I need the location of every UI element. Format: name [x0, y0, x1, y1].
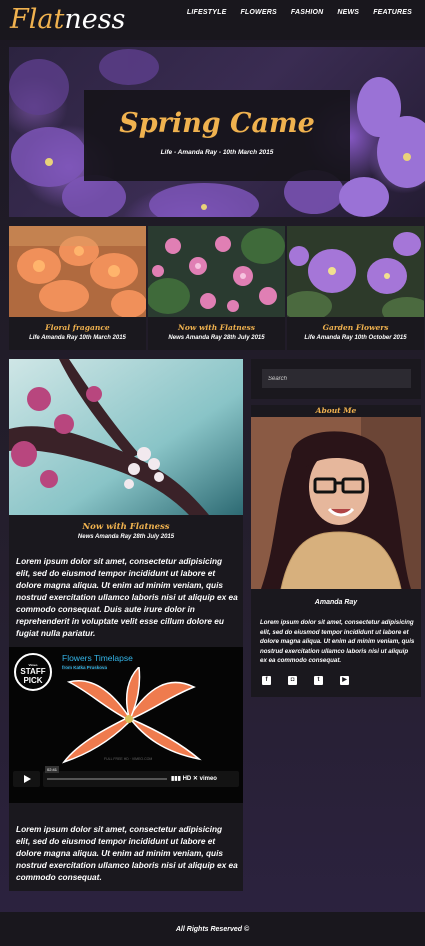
facebook-icon[interactable]: f — [262, 676, 271, 685]
main-nav: LIFESTYLE FLOWERS FASHION NEWS FEATURES — [187, 9, 412, 16]
video-flower-image — [61, 667, 202, 764]
play-button[interactable] — [13, 771, 40, 787]
video-time: 02:41 — [45, 766, 60, 773]
about-title: About Me — [315, 406, 357, 415]
card-image — [287, 226, 424, 317]
hero-caption: Spring Came Life - Amanda Ray - 10th Mar… — [84, 90, 350, 181]
vimeo-logo[interactable]: vimeo — [200, 776, 217, 782]
hero-banner[interactable]: Spring Came Life - Amanda Ray - 10th Mar… — [9, 47, 425, 217]
card-meta: Life Amanda Ray 10th March 2015 — [29, 335, 126, 341]
about-bio: Lorem ipsum dolor sit amet, consectetur … — [260, 619, 415, 664]
fullscreen-icon[interactable]: ✕ — [193, 776, 198, 782]
card-title[interactable]: Garden Flowers — [287, 323, 424, 332]
avatar — [251, 417, 421, 589]
post-body-text-2: Lorem ipsum dolor sit amet, consectetur … — [16, 824, 238, 882]
video-watermark: FULL FREE HD · VIMEO.COM — [104, 757, 153, 761]
nav-features[interactable]: FEATURES — [373, 9, 412, 16]
post-body-text: Lorem ipsum dolor sit amet, consectetur … — [16, 556, 238, 638]
post-title[interactable]: Now with Flatness — [9, 522, 243, 532]
nav-lifestyle[interactable]: LIFESTYLE — [187, 9, 227, 16]
video-progress-bar[interactable] — [47, 778, 167, 780]
card-title[interactable]: Floral fragance — [9, 323, 146, 332]
post-image[interactable] — [9, 359, 243, 515]
search-widget — [251, 359, 421, 399]
main-post: Now with Flatness News Amanda Ray 28th J… — [9, 359, 243, 891]
volume-icon[interactable]: ▮▮▮ — [171, 776, 181, 782]
card-meta: Life Amanda Ray 10th October 2015 — [304, 335, 407, 341]
nav-news[interactable]: NEWS — [337, 9, 359, 16]
youtube-icon[interactable]: ▶ — [340, 676, 349, 685]
instagram-icon[interactable]: ◘ — [288, 676, 297, 685]
card-image — [9, 226, 146, 317]
video-control-icons: ▮▮▮ HD ✕ vimeo — [171, 775, 217, 782]
video-controls: 02:41 ▮▮▮ HD ✕ vimeo — [13, 766, 239, 787]
card-now-with-flatness[interactable]: Now with Flatness News Amanda Ray 28th J… — [148, 226, 285, 350]
nav-fashion[interactable]: FASHION — [291, 9, 324, 16]
staff-pick-badge: Vimeo STAFF PICK — [14, 653, 52, 691]
card-floral-fragance[interactable]: Floral fragance Life Amanda Ray 10th Mar… — [9, 226, 146, 350]
card-image — [148, 226, 285, 317]
video-player[interactable]: Vimeo STAFF PICK Flowers Timelapse from … — [9, 647, 243, 803]
social-links: f ◘ t ▶ — [262, 676, 349, 685]
about-widget: About Me Amanda Ray Lorem ipsum dolor si… — [251, 405, 421, 697]
hd-icon[interactable]: HD — [183, 776, 192, 782]
logo-rest: ness — [64, 4, 126, 35]
post-meta: News Amanda Ray 28th July 2015 — [77, 534, 175, 540]
twitter-icon[interactable]: t — [314, 676, 323, 685]
card-meta: News Amanda Ray 28th July 2015 — [168, 335, 265, 341]
nav-flowers[interactable]: FLOWERS — [240, 9, 276, 16]
card-title[interactable]: Now with Flatness — [148, 323, 285, 332]
site-header: Flatness LIFESTYLE FLOWERS FASHION NEWS … — [0, 0, 425, 40]
logo-accent: Flat — [10, 4, 65, 35]
about-name: Amanda Ray — [314, 599, 358, 606]
video-progress-track[interactable]: 02:41 ▮▮▮ HD ✕ vimeo — [43, 766, 239, 787]
featured-cards: Floral fragance Life Amanda Ray 10th Mar… — [9, 226, 425, 350]
site-footer: All Rights Reserved © — [0, 912, 425, 946]
card-garden-flowers[interactable]: Garden Flowers Life Amanda Ray 10th Octo… — [287, 226, 424, 350]
footer-text: All Rights Reserved © — [175, 926, 250, 933]
logo[interactable]: Flatness — [10, 2, 125, 38]
video-title[interactable]: Flowers Timelapse — [62, 653, 133, 663]
hero-title[interactable]: Spring Came — [84, 108, 350, 139]
search-input[interactable] — [262, 369, 411, 388]
hero-meta: Life - Amanda Ray - 10th March 2015 — [160, 149, 274, 156]
